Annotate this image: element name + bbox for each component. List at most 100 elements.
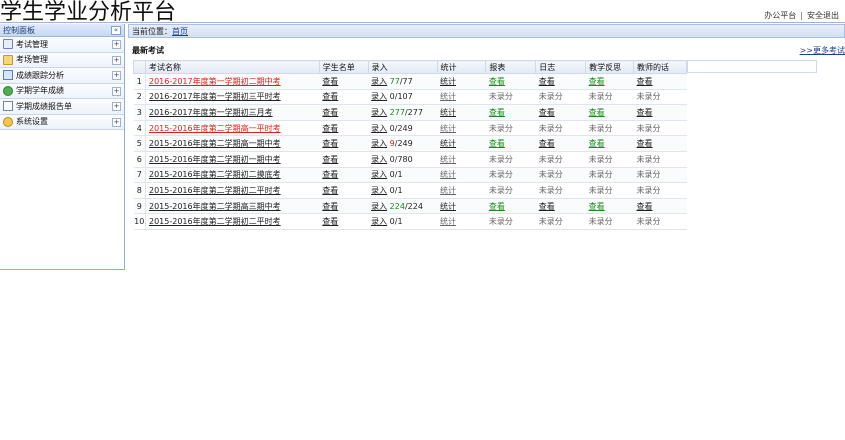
stats-link[interactable]: 统计 <box>440 139 456 148</box>
exam-name-link[interactable]: 2015-2016年度第二学期高三期中考 <box>149 202 281 211</box>
sidebar-item-term-year-scores[interactable]: 学期学年成绩 + <box>0 83 124 99</box>
entry-link[interactable]: 录入 <box>371 217 387 226</box>
report-link: 未录分 <box>488 170 513 180</box>
report-link-cell: 未录分 <box>485 120 536 137</box>
sidebar-item-venue-management[interactable]: 考场管理 + <box>0 52 124 68</box>
sidebar-item-term-report-card[interactable]: 学期成绩报告单 + <box>0 99 124 115</box>
roster-view-link[interactable]: 查看 <box>322 124 338 133</box>
entry-link[interactable]: 录入 <box>371 124 387 133</box>
entry-link[interactable]: 录入 <box>371 108 387 117</box>
reflection-link-cell: 未录分 <box>585 89 634 106</box>
teacher-words-link[interactable]: 查看 <box>637 108 653 117</box>
expand-icon[interactable]: + <box>112 117 121 127</box>
header-exam-name: 考试名称 <box>144 60 320 74</box>
sidebar-item-score-tracking[interactable]: 成绩跟踪分析 + <box>0 68 124 84</box>
breadcrumb-prefix: 当前位置： <box>132 26 172 36</box>
office-platform-link[interactable]: 办公平台 <box>764 11 796 20</box>
teacher-words-link[interactable]: 查看 <box>637 77 653 86</box>
sidebar-item-exam-management[interactable]: 考试管理 + <box>0 37 124 53</box>
roster-view-link-cell: 查看 <box>319 135 369 152</box>
exam-name-link-cell: 2016-2017年度第一学期初三月考 <box>145 104 320 121</box>
exam-name-link-cell: 2016-2017年度第一学期初三平时考 <box>145 89 320 106</box>
teacher-words-link[interactable]: 查看 <box>637 202 653 211</box>
log-link: 未录分 <box>538 217 563 227</box>
folder-icon <box>3 54 13 65</box>
roster-view-link[interactable]: 查看 <box>322 217 338 226</box>
stats-link-cell: 统计 <box>437 167 486 184</box>
reflection-link: 未录分 <box>588 92 613 102</box>
stats-link: 统计 <box>440 92 457 102</box>
exam-name-link[interactable]: 2015-2016年度第二学期初二平时考 <box>149 186 281 195</box>
exam-name-link[interactable]: 2015-2016年度第二学期初一期中考 <box>149 155 281 164</box>
teacher-words-link[interactable]: 查看 <box>637 139 653 148</box>
report-link[interactable]: 查看 <box>489 77 505 86</box>
total-count: 0/1 <box>389 185 403 195</box>
entry-link[interactable]: 录入 <box>371 202 387 211</box>
expand-icon[interactable]: + <box>112 40 121 49</box>
stats-link: 统计 <box>440 217 457 227</box>
stats-link: 统计 <box>440 170 457 180</box>
reflection-link[interactable]: 查看 <box>589 108 605 117</box>
reflection-link[interactable]: 查看 <box>589 77 605 86</box>
roster-view-link[interactable]: 查看 <box>322 186 338 195</box>
stats-link-cell: 统计 <box>437 104 486 121</box>
collapse-sidebar-button[interactable]: « <box>111 25 121 35</box>
entry-cell: 录入 224/224 <box>368 198 438 215</box>
entry-link[interactable]: 录入 <box>371 77 387 86</box>
header-log: 日志 <box>535 60 587 74</box>
exam-name-link[interactable]: 2015-2016年度第二学期高一期中考 <box>149 139 281 148</box>
stats-link[interactable]: 统计 <box>440 77 456 86</box>
exam-name-link[interactable]: 2015-2016年度第二学期高一平时考 <box>149 124 281 133</box>
breadcrumb: 当前位置： 首页 <box>128 24 845 38</box>
reflection-link-cell: 未录分 <box>585 167 634 184</box>
breadcrumb-home-link[interactable]: 首页 <box>172 26 188 37</box>
reflection-link[interactable]: 查看 <box>589 139 605 148</box>
exam-name-link[interactable]: 2016-2017年度第一学期初三月考 <box>149 108 273 117</box>
log-link[interactable]: 查看 <box>539 77 555 86</box>
reflection-link[interactable]: 查看 <box>589 202 605 211</box>
exam-name-link[interactable]: 2016-2017年度第一学期初三平时考 <box>149 92 281 101</box>
table-row: 5 2015-2016年度第二学期高一期中考 查看 录入 9/249 统计 查看 查看 查看 查… <box>133 135 687 152</box>
log-link-cell: 未录分 <box>535 182 586 199</box>
exam-name-link[interactable]: 2015-2016年度第二学期初二平时考 <box>149 217 281 226</box>
sidebar-item-system-settings[interactable]: 系统设置 + <box>0 114 124 130</box>
roster-view-link[interactable]: 查看 <box>322 202 338 211</box>
exam-name-link[interactable]: 2016-2017年度第一学期初二期中考 <box>149 77 281 86</box>
report-link[interactable]: 查看 <box>489 202 505 211</box>
more-exams-link[interactable]: >>更多考试 <box>800 45 845 56</box>
green-circle-icon <box>3 85 13 96</box>
expand-icon[interactable]: + <box>112 86 121 96</box>
expand-icon[interactable]: + <box>112 55 121 65</box>
expand-icon[interactable]: + <box>112 102 121 111</box>
expand-icon[interactable]: + <box>112 71 121 80</box>
report-link[interactable]: 查看 <box>489 108 505 117</box>
roster-view-link[interactable]: 查看 <box>322 170 338 179</box>
roster-view-link[interactable]: 查看 <box>322 155 338 164</box>
entry-link[interactable]: 录入 <box>371 139 387 148</box>
logout-link[interactable]: 安全退出 <box>807 11 839 20</box>
report-link[interactable]: 查看 <box>489 139 505 148</box>
entry-link[interactable]: 录入 <box>371 186 387 195</box>
entry-link[interactable]: 录入 <box>371 155 387 164</box>
log-link[interactable]: 查看 <box>539 202 555 211</box>
roster-view-link[interactable]: 查看 <box>322 108 338 117</box>
gear-icon <box>3 116 13 127</box>
roster-view-link[interactable]: 查看 <box>322 77 338 86</box>
exam-name-link[interactable]: 2015-2016年度第二学期初二摸底考 <box>149 170 281 179</box>
entry-cell: 录入 0/1 <box>368 213 438 230</box>
log-link-cell: 未录分 <box>535 213 586 230</box>
reflection-link: 未录分 <box>588 170 613 180</box>
row-index: 9 <box>133 198 146 215</box>
entry-link[interactable]: 录入 <box>371 170 387 179</box>
log-link[interactable]: 查看 <box>539 139 555 148</box>
header-roster: 学生名单 <box>318 60 369 74</box>
roster-view-link[interactable]: 查看 <box>322 139 338 148</box>
stats-link[interactable]: 统计 <box>440 202 456 211</box>
entry-link[interactable]: 录入 <box>371 92 387 101</box>
roster-view-link[interactable]: 查看 <box>322 92 338 101</box>
roster-view-link-cell: 查看 <box>319 213 369 230</box>
reflection-link-cell: 未录分 <box>585 151 634 168</box>
stats-link[interactable]: 统计 <box>440 108 456 117</box>
log-link[interactable]: 查看 <box>539 108 555 117</box>
total-count: /77 <box>399 76 413 86</box>
